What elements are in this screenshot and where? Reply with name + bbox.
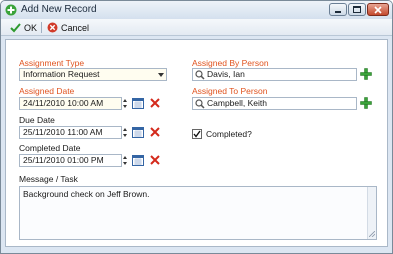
person-search-icon — [195, 99, 205, 109]
assigned-by-label: Assigned By Person — [192, 58, 269, 68]
message-scrollbar[interactable] — [367, 187, 376, 239]
cancel-label: Cancel — [61, 22, 90, 33]
assigned-to-label: Assigned To Person — [192, 86, 268, 96]
assignment-type-label: Assignment Type — [19, 58, 85, 68]
completed-date-value: 25/11/2010 01:00 PM — [23, 155, 104, 165]
assigned-date-spinner[interactable] — [122, 97, 129, 110]
window-title: Add New Record — [21, 4, 97, 15]
maximize-icon — [353, 6, 361, 13]
close-button[interactable] — [367, 3, 389, 16]
assigned-date-value: 24/11/2010 10:00 AM — [23, 98, 104, 108]
ok-label: OK — [24, 22, 38, 33]
completed-label: Completed? — [206, 129, 252, 139]
assigned-date-field[interactable]: 24/11/2010 10:00 AM — [19, 97, 122, 110]
checkmark-icon — [193, 130, 201, 138]
assigned-to-field[interactable]: Campbell, Keith — [192, 97, 357, 110]
chevron-down-icon[interactable] — [158, 73, 164, 77]
calendar-icon[interactable] — [132, 154, 144, 166]
add-person-icon[interactable] — [360, 68, 372, 80]
form-panel: Assignment Type Information Request Assi… — [5, 39, 388, 247]
dialog-window: Add New Record OK Cancel Assignment Type… — [0, 0, 393, 254]
close-icon — [374, 5, 382, 14]
person-search-icon — [195, 70, 205, 80]
maximize-button[interactable] — [348, 3, 366, 16]
message-value: Background check on Jeff Brown. — [23, 189, 150, 199]
title-bar[interactable]: Add New Record — [1, 1, 392, 19]
completed-date-label: Completed Date — [19, 143, 81, 153]
assigned-date-label: Assigned Date — [19, 86, 75, 96]
assignment-type-value: Information Request — [23, 69, 100, 79]
clear-date-icon[interactable] — [149, 154, 161, 166]
add-plus-icon — [5, 4, 17, 16]
assignment-type-select[interactable]: Information Request — [19, 68, 167, 81]
assigned-by-value: Davis, Ian — [207, 69, 245, 79]
due-date-label: Due Date — [19, 115, 55, 125]
message-textarea[interactable]: Background check on Jeff Brown. — [19, 186, 377, 240]
checkmark-icon — [10, 22, 21, 32]
toolbar: OK Cancel — [1, 19, 392, 36]
toolbar-separator — [41, 22, 42, 33]
add-person-icon[interactable] — [360, 97, 372, 109]
completed-date-field[interactable]: 25/11/2010 01:00 PM — [19, 154, 122, 167]
due-date-field[interactable]: 25/11/2010 11:00 AM — [19, 126, 122, 139]
minimize-icon — [335, 10, 341, 13]
message-label: Message / Task — [19, 174, 78, 184]
assigned-to-value: Campbell, Keith — [207, 98, 268, 108]
due-date-value: 25/11/2010 11:00 AM — [23, 127, 103, 137]
completed-date-spinner[interactable] — [122, 154, 129, 167]
assigned-by-field[interactable]: Davis, Ian — [192, 68, 357, 81]
cancel-button[interactable]: Cancel — [47, 21, 89, 34]
clear-date-icon[interactable] — [149, 97, 161, 109]
completed-checkbox[interactable] — [192, 129, 202, 139]
ok-button[interactable]: OK — [10, 21, 37, 34]
cancel-icon — [47, 22, 58, 33]
resize-grip-icon[interactable] — [369, 231, 375, 237]
due-date-spinner[interactable] — [122, 126, 129, 139]
calendar-icon[interactable] — [132, 126, 144, 138]
calendar-icon[interactable] — [132, 97, 144, 109]
clear-date-icon[interactable] — [149, 126, 161, 138]
minimize-button[interactable] — [329, 3, 347, 16]
